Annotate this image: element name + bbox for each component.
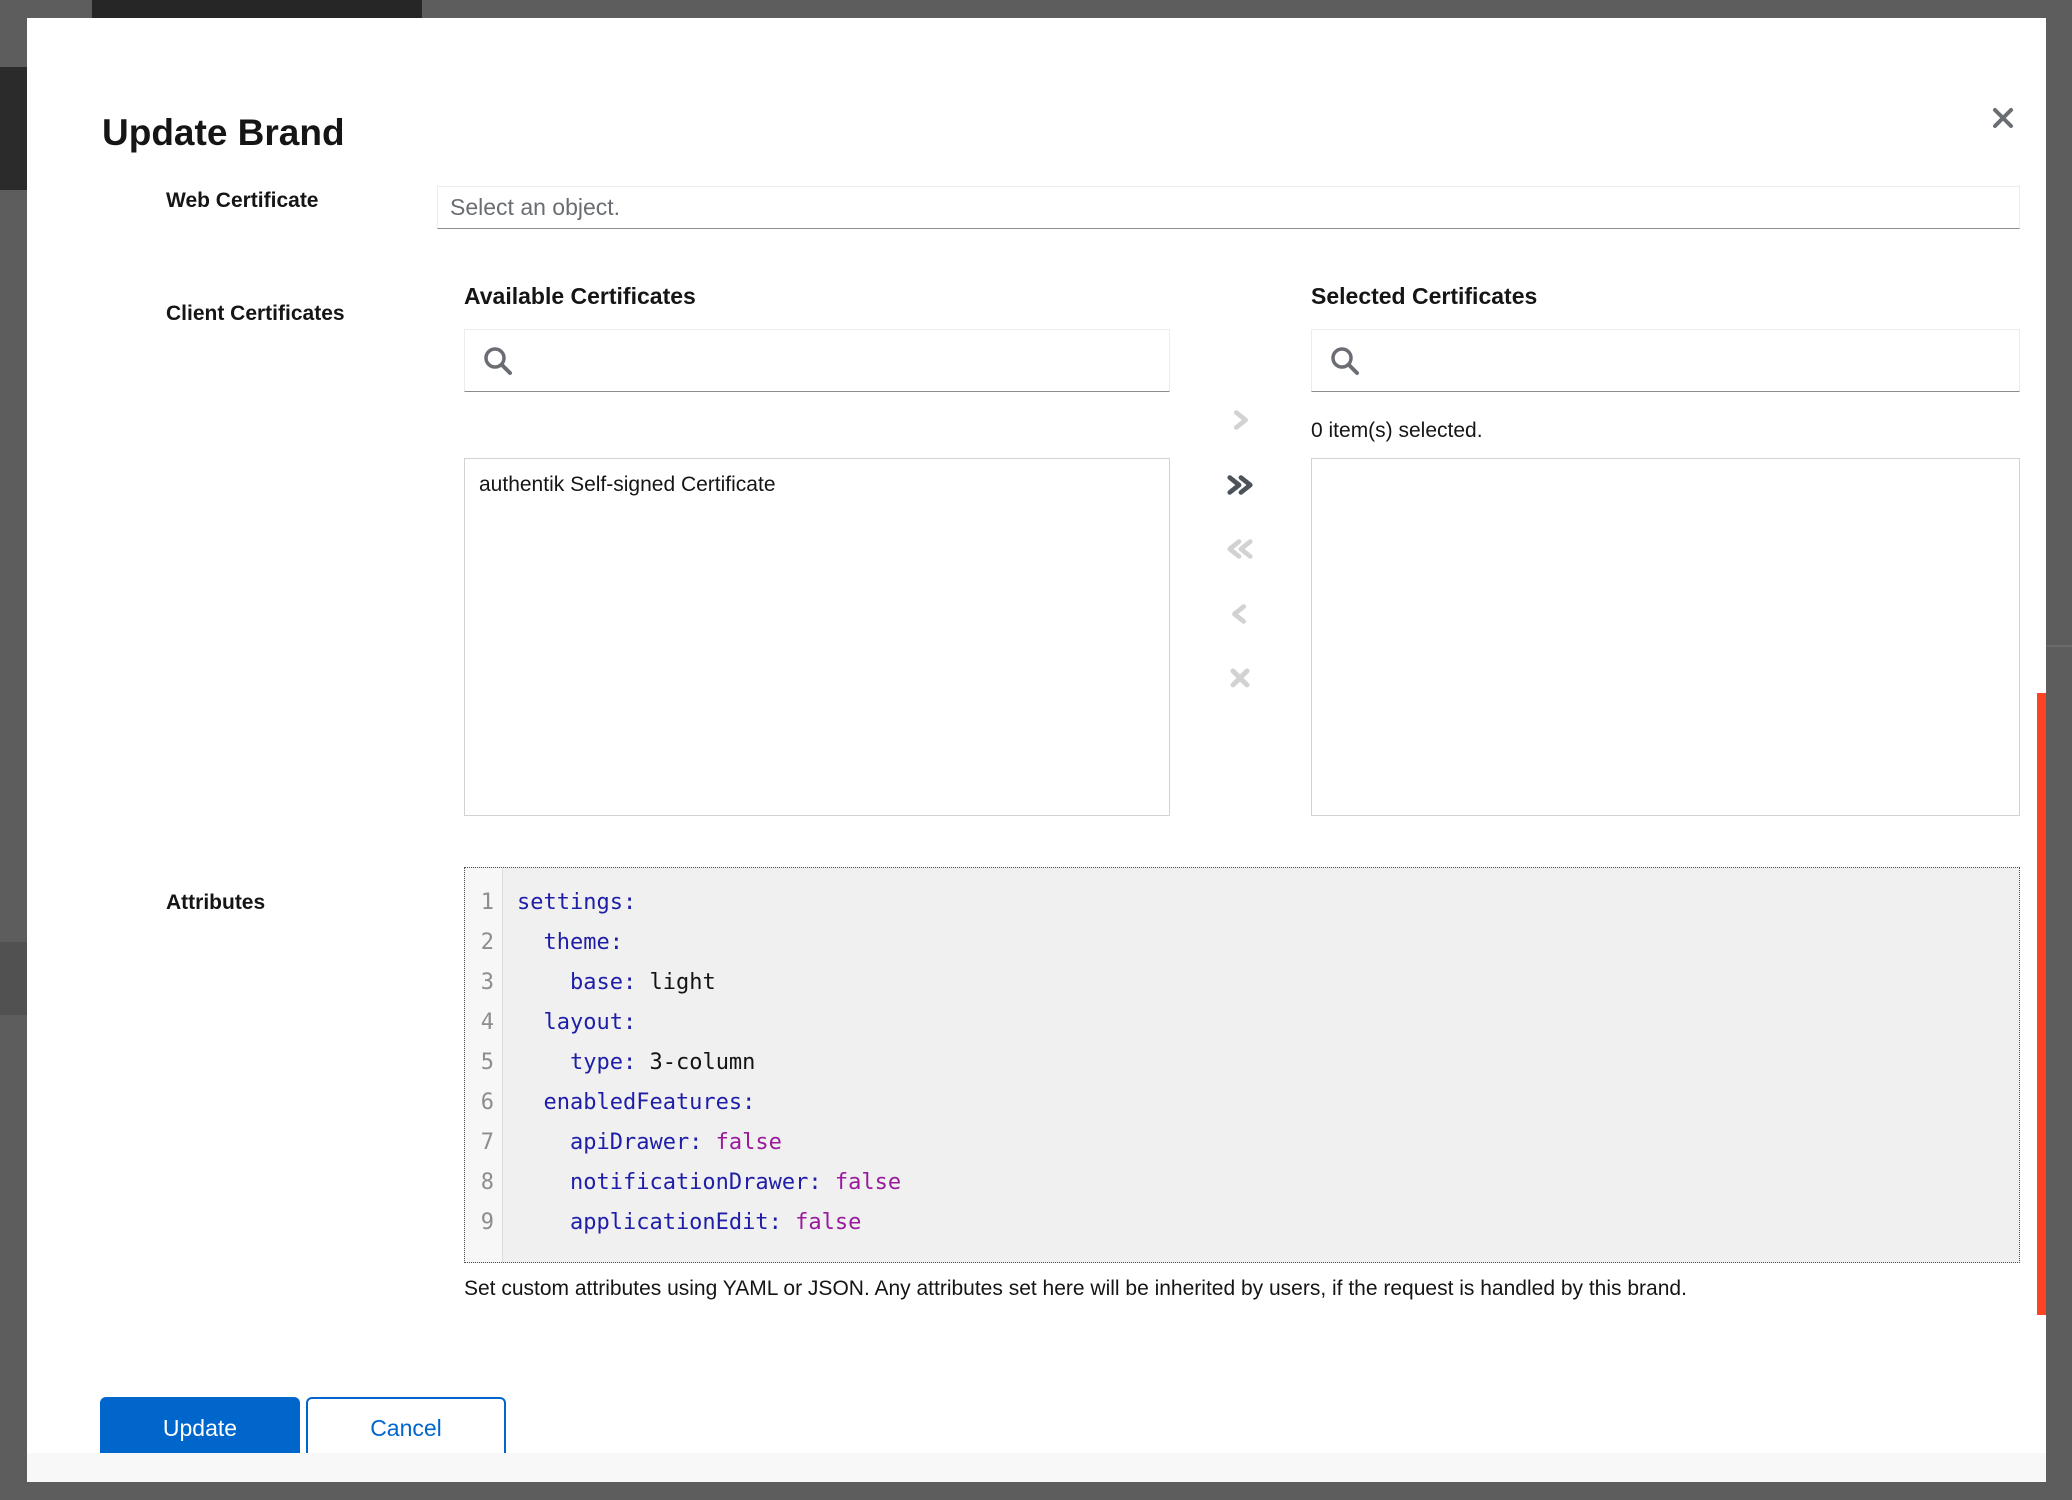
line-number: 4: [465, 1003, 502, 1043]
selected-search-input[interactable]: [1362, 330, 2019, 391]
selected-list[interactable]: [1311, 458, 2020, 816]
available-certificates-heading: Available Certificates: [464, 282, 696, 310]
close-button[interactable]: [1977, 92, 2029, 144]
web-certificate-select[interactable]: [437, 186, 2020, 229]
code-line: settings:: [517, 883, 2019, 923]
attributes-help-text: Set custom attributes using YAML or JSON…: [464, 1275, 1984, 1302]
attributes-code-editor: 123456789 settings: theme: base: light l…: [464, 867, 2020, 1263]
editor-gutter: 123456789: [465, 868, 503, 1262]
close-icon: [1990, 105, 2016, 131]
line-number: 6: [465, 1083, 502, 1123]
modal-footer-band: [27, 1453, 2046, 1482]
screen-backdrop: Update Brand Web Certificate Client Cert…: [0, 0, 2072, 1500]
version-alert-bar: [2037, 693, 2046, 1315]
update-button[interactable]: Update: [100, 1397, 300, 1459]
code-line: layout:: [517, 1003, 2019, 1043]
line-number: 8: [465, 1163, 502, 1203]
code-line: theme:: [517, 923, 2019, 963]
line-number: 2: [465, 923, 502, 963]
modal-title: Update Brand: [102, 111, 345, 155]
search-icon: [481, 344, 515, 378]
line-number: 5: [465, 1043, 502, 1083]
search-icon: [1328, 344, 1362, 378]
code-line: type: 3-column: [517, 1043, 2019, 1083]
angle-double-right-icon: [1222, 471, 1258, 499]
web-certificate-label: Web Certificate: [166, 188, 319, 214]
editor-code[interactable]: settings: theme: base: light layout: typ…: [503, 868, 2019, 1262]
background-page-fragment: [0, 67, 27, 190]
selected-count-status: 0 item(s) selected.: [1311, 418, 1483, 444]
client-certificates-label: Client Certificates: [166, 301, 345, 327]
available-search-input[interactable]: [515, 330, 1169, 391]
selected-certificates-heading: Selected Certificates: [1311, 282, 1537, 310]
background-page-fragment: [0, 942, 27, 1015]
line-number: 9: [465, 1203, 502, 1243]
available-certificate-item[interactable]: authentik Self-signed Certificate: [465, 459, 1169, 510]
code-line: applicationEdit: false: [517, 1203, 2019, 1243]
times-icon: [1225, 663, 1255, 693]
move-selected-right-button[interactable]: [1220, 400, 1260, 440]
line-number: 1: [465, 883, 502, 923]
angle-left-icon: [1226, 600, 1254, 628]
angle-double-left-icon: [1222, 535, 1258, 563]
code-line: enabledFeatures:: [517, 1083, 2019, 1123]
background-page-fragment: [2046, 645, 2072, 647]
available-search-box: [464, 329, 1170, 392]
background-page-fragment: [92, 0, 422, 18]
clear-selection-button[interactable]: [1220, 658, 1260, 698]
attributes-label: Attributes: [166, 890, 265, 916]
code-line: apiDrawer: false: [517, 1123, 2019, 1163]
move-all-right-button[interactable]: [1220, 465, 1260, 505]
cancel-button[interactable]: Cancel: [306, 1397, 506, 1459]
move-selected-left-button[interactable]: [1220, 594, 1260, 634]
line-number: 7: [465, 1123, 502, 1163]
angle-right-icon: [1226, 406, 1254, 434]
update-brand-modal: Update Brand Web Certificate Client Cert…: [27, 18, 2046, 1482]
available-list[interactable]: authentik Self-signed Certificate: [464, 458, 1170, 816]
code-line: notificationDrawer: false: [517, 1163, 2019, 1203]
code-line: base: light: [517, 963, 2019, 1003]
line-number: 3: [465, 963, 502, 1003]
selected-search-box: [1311, 329, 2020, 392]
move-all-left-button[interactable]: [1220, 529, 1260, 569]
